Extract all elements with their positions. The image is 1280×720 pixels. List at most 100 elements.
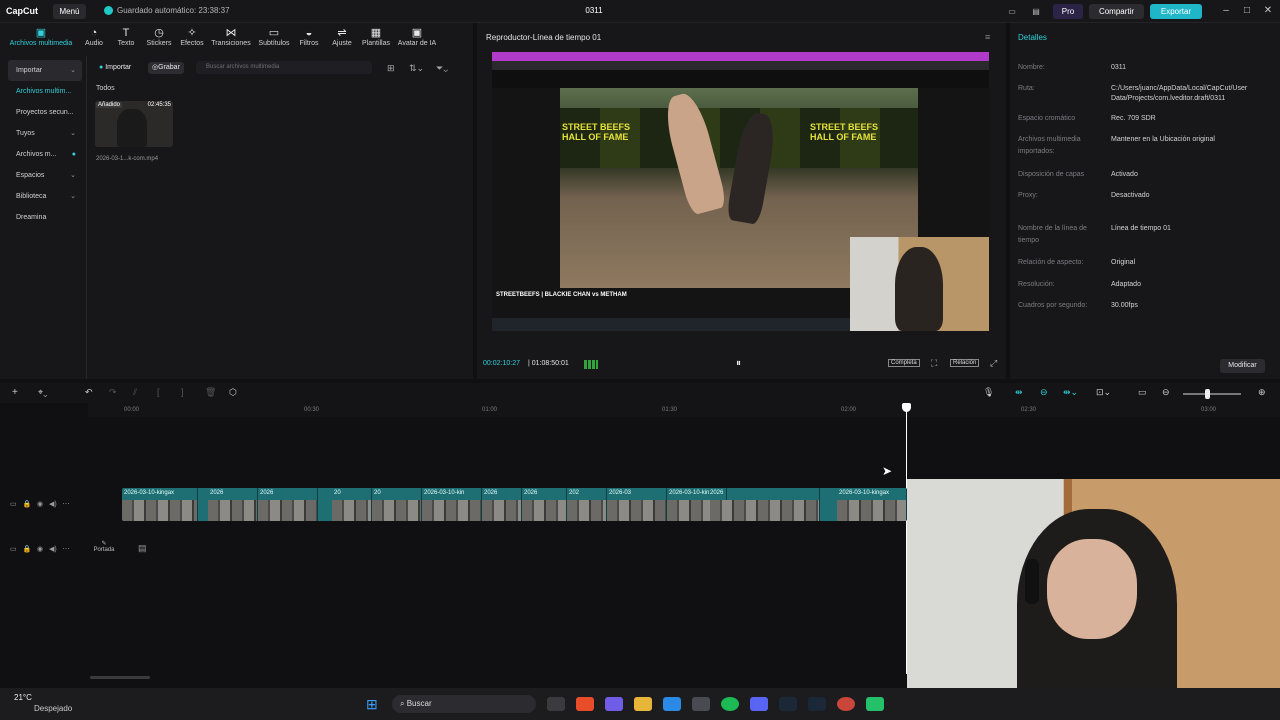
magnet-icon[interactable]: ⊖ — [1040, 387, 1048, 398]
zoom-in-icon[interactable]: ⊕ — [1258, 387, 1266, 398]
zoom-out-icon[interactable]: ⊖ — [1162, 387, 1170, 398]
link-icon[interactable]: ⇹ — [1015, 387, 1023, 398]
pro-button[interactable]: Pro — [1053, 4, 1083, 19]
pause-icon[interactable]: ⏸ — [736, 358, 741, 369]
timeline-scrollbar[interactable] — [90, 676, 150, 679]
record-button[interactable]: ◎Grabar — [148, 62, 184, 74]
full-quality-button[interactable]: Completa — [888, 359, 920, 367]
tool-subtitles[interactable]: ▭ Subtítulos — [255, 27, 293, 47]
clip[interactable]: 2026-03 — [607, 488, 667, 521]
clip[interactable]: 202 — [567, 488, 607, 521]
sidenav-yours[interactable]: Tuyos ⌄ — [8, 123, 82, 144]
clip[interactable]: 2026 — [208, 488, 258, 521]
tool-transitions[interactable]: ⋈ Transiciones — [207, 27, 255, 47]
player-menu-icon[interactable]: ≡ — [985, 32, 990, 42]
cover-clip-icon[interactable]: ▤ — [138, 543, 147, 554]
steam-icon-2[interactable] — [808, 697, 826, 711]
menu-button[interactable]: Menú — [53, 4, 86, 19]
eye-icon[interactable]: ◉ — [37, 501, 43, 508]
undo-icon[interactable]: ↶ — [85, 387, 93, 398]
snap-icon[interactable]: ⇹⌄ — [1063, 387, 1078, 398]
marker-icon[interactable]: ⬡ — [229, 387, 237, 398]
split-icon[interactable]: ⫽ — [133, 387, 137, 398]
task-view-icon[interactable] — [547, 697, 565, 711]
keyboard-icon[interactable]: ▤ — [1030, 4, 1042, 19]
tool-effects[interactable]: ✧ Efectos — [173, 27, 211, 47]
edge-icon[interactable] — [663, 697, 681, 711]
trim-right-icon[interactable]: ] — [181, 387, 184, 397]
select-cursor-icon[interactable]: ⌖⌄ — [38, 387, 47, 398]
sidenav-media[interactable]: Archivos multim... — [8, 81, 82, 102]
sidenav-secondary-projects[interactable]: Proyectos secun... — [8, 102, 82, 123]
grid-view-icon[interactable]: ⊞ — [387, 63, 395, 74]
import-button[interactable]: ● Importar — [95, 62, 135, 74]
clip[interactable]: 2026 — [258, 488, 318, 521]
clip[interactable]: 20 — [332, 488, 372, 521]
video-preview[interactable]: STREET BEEFS HALL OF FAME STREET BEEFS H… — [492, 52, 989, 331]
clip[interactable]: 2026 — [522, 488, 567, 521]
explorer-icon[interactable] — [634, 697, 652, 711]
modify-button[interactable]: Modificar — [1220, 359, 1265, 373]
tool-media[interactable]: ▣ Archivos multimedia — [4, 27, 78, 47]
clip[interactable]: 2026-03-10-kingax — [122, 488, 198, 521]
close-icon[interactable]: ✕ — [1261, 5, 1275, 16]
tool-ai-avatar[interactable]: ▣ Avatar de IA — [395, 27, 439, 47]
speaker-icon[interactable]: ◀) — [49, 501, 57, 508]
cover-button[interactable]: ✎ Portada — [90, 540, 118, 553]
minimize-icon[interactable]: – — [1219, 5, 1233, 16]
taskbar-search[interactable]: ⌕ Buscar — [392, 695, 536, 713]
sidenav-media-2[interactable]: Archivos m... ● — [8, 144, 82, 165]
tool-templates[interactable]: ▦ Plantillas — [357, 27, 395, 47]
speaker-icon[interactable]: ◀) — [49, 546, 57, 553]
track-type-icon[interactable]: ▭ — [10, 546, 17, 553]
clip[interactable]: 2026 — [710, 488, 820, 521]
modify-label: Modificar — [1228, 362, 1257, 369]
preview-axis-icon[interactable]: ⊡⌄ — [1096, 387, 1111, 398]
maximize-icon[interactable]: □ — [1240, 5, 1254, 16]
sidenav-spaces[interactable]: Espacios ⌄ — [8, 165, 82, 186]
app-icon[interactable] — [837, 697, 855, 711]
ratio-button[interactable]: Relación — [950, 359, 980, 367]
zoom-slider-handle[interactable] — [1205, 389, 1210, 399]
sidenav-library[interactable]: Biblioteca ⌄ — [8, 186, 82, 207]
fullscreen-icon[interactable]: ⤢ — [990, 358, 997, 369]
playhead-handle[interactable] — [902, 403, 911, 412]
export-button[interactable]: Exportar — [1150, 4, 1202, 19]
redo-icon[interactable]: ↷ — [109, 387, 117, 398]
delete-icon[interactable]: 🗑 — [205, 387, 216, 398]
clip[interactable]: 20 — [372, 488, 422, 521]
clip[interactable]: 2026 — [482, 488, 522, 521]
more-icon[interactable]: ⋯ — [63, 546, 70, 553]
tool-adjust[interactable]: ⇌ Ajuste — [323, 27, 361, 47]
clip[interactable]: 2026-03-10-kin — [422, 488, 482, 521]
eye-icon[interactable]: ◉ — [37, 546, 43, 553]
lock-icon[interactable]: 🔒 — [22, 546, 31, 553]
add-icon[interactable]: + — [12, 387, 18, 398]
mic-icon[interactable]: 🎙 — [983, 387, 994, 398]
video-track[interactable]: 2026-03-10-kingax 2026 2026 20 20 2026-0… — [122, 488, 907, 521]
brave-icon[interactable] — [576, 697, 594, 711]
app-icon-2[interactable] — [866, 697, 884, 711]
sidenav-import[interactable]: Importar ⌄ — [8, 60, 82, 81]
lock-icon[interactable]: 🔒 — [22, 501, 31, 508]
copilot-icon[interactable] — [605, 697, 623, 711]
layout-icon[interactable]: ▭ — [1006, 4, 1018, 19]
spotify-icon[interactable] — [721, 697, 739, 711]
search-input[interactable]: Buscar archivos multimedia — [196, 61, 372, 74]
zoom-slider[interactable] — [1183, 393, 1241, 395]
share-button[interactable]: Compartir — [1089, 4, 1144, 19]
store-icon[interactable] — [692, 697, 710, 711]
media-thumbnail[interactable]: Añadido 02:45:35 — [95, 101, 173, 147]
discord-icon[interactable] — [750, 697, 768, 711]
trim-left-icon[interactable]: [ — [157, 387, 160, 397]
windows-start-icon[interactable]: ⊞ — [366, 696, 378, 713]
more-icon[interactable]: ⋯ — [63, 501, 70, 508]
clip[interactable]: 2026-03-10-kingax — [837, 488, 907, 521]
caption-icon[interactable]: ▭ — [1138, 387, 1147, 398]
sort-icon[interactable]: ⇅⌄ — [409, 63, 424, 74]
sidenav-dreamina[interactable]: Dreamina — [8, 207, 82, 228]
filter-funnel-icon[interactable]: ⏷⌄ — [436, 63, 448, 74]
track-type-icon[interactable]: ▭ — [10, 501, 17, 508]
snapshot-icon[interactable]: ⛶ — [931, 358, 937, 369]
steam-icon[interactable] — [779, 697, 797, 711]
